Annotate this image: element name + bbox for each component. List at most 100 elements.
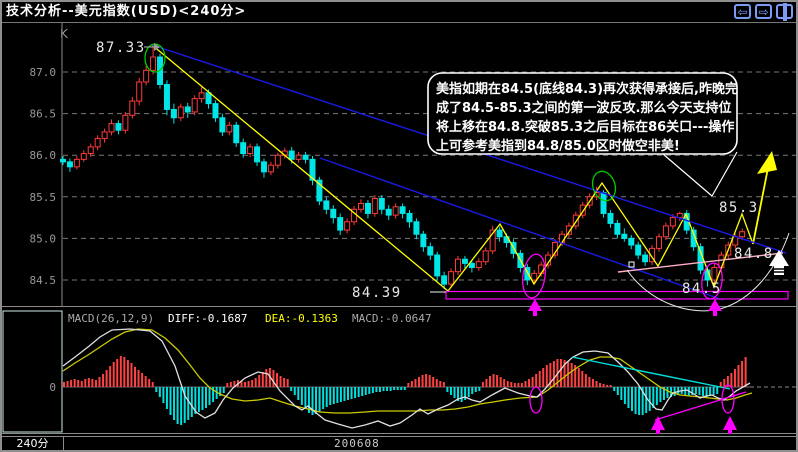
candle: [496, 229, 503, 238]
forward-arrow-button[interactable]: ⇨: [755, 4, 772, 19]
candle: [635, 244, 642, 256]
candle: [184, 106, 191, 113]
buy-arrow-1: [528, 299, 542, 311]
candle: [475, 261, 482, 269]
support-new-label: 84.8: [734, 246, 774, 262]
candle: [642, 254, 649, 263]
callout-text-line-3: 将上移在84.8.突破85.3之后目标在86关口---操作: [436, 119, 734, 135]
candle: [323, 200, 330, 210]
candle: [344, 221, 351, 231]
y-axis-label: 87.0: [30, 66, 57, 79]
candle: [531, 272, 538, 281]
candle: [455, 258, 462, 273]
callout-pointer-left: [662, 153, 713, 197]
candle: [260, 161, 267, 173]
candle: [274, 154, 281, 166]
candle: [295, 154, 302, 160]
candle: [655, 236, 662, 249]
callout-text-line-2: 成了84.5-85.3之间的第一波反攻.那么今天支持位: [436, 100, 731, 116]
candle: [267, 164, 274, 173]
buy-arrow-2-stem: [713, 311, 717, 316]
macd-header-value: DIFF:-0.1687: [168, 312, 247, 325]
arc-handle-square: [628, 261, 635, 268]
candle: [163, 83, 170, 110]
candle: [122, 114, 129, 131]
back-arrow-button[interactable]: ⇦: [734, 4, 751, 19]
candle: [607, 212, 614, 224]
candle: [538, 264, 545, 274]
support-band-magenta: [445, 290, 789, 300]
resistance-label: 85.3: [719, 200, 759, 216]
candle: [420, 233, 427, 248]
macd-side-panel: [2, 310, 63, 433]
candle: [66, 161, 73, 168]
candle: [434, 254, 441, 277]
candle: [94, 138, 101, 148]
period-selector[interactable]: 240分: [2, 437, 64, 451]
y-axis-label: 86.0: [30, 149, 57, 162]
status-bar: 240分 200608: [2, 436, 796, 451]
candle: [621, 233, 628, 239]
candle: [662, 225, 669, 238]
window-title: 技术分析--美元指数(USD)<240分>: [6, 4, 247, 19]
candle: [191, 98, 198, 113]
k-chart-label: K: [60, 27, 69, 41]
candle: [150, 56, 157, 71]
macd-header-value: DEA:-0.1363: [265, 312, 338, 325]
y-axis-label: 84.5: [30, 274, 57, 287]
candle: [330, 208, 337, 219]
candle: [115, 123, 122, 131]
candle: [427, 246, 434, 256]
macd-header-value: MACD(26,12,9): [68, 312, 154, 325]
macd-header-value: MACD:-0.0647: [352, 312, 431, 325]
downtrend-line-yellow: [151, 44, 449, 292]
candle: [288, 150, 295, 160]
callout-text-line-1: 美指如期在84.5(底线84.3)再次获得承接后,昨晚完: [436, 81, 738, 97]
candle: [219, 117, 226, 133]
candle: [87, 146, 94, 155]
maximize-button[interactable]: [776, 3, 793, 21]
candle: [247, 146, 254, 155]
candle: [60, 158, 66, 163]
candle: [406, 212, 413, 223]
macd-zero-label: 0: [49, 381, 56, 394]
candle: [371, 197, 378, 214]
macd-layer: MACD(26,12,9) DIFF:-0.1687 DEA:-0.1363 MACD…: [62, 312, 753, 429]
main-chart-canvas[interactable]: 87.0 86.5 86.0 85.5 85.0 84.5 K 0 MACD(26,12,9) D…: [0, 23, 798, 436]
candle: [614, 222, 621, 235]
candle: [337, 217, 344, 231]
candle: [628, 237, 635, 246]
candle: [461, 258, 468, 264]
candle: [136, 81, 143, 102]
buy-arrow-2: [708, 299, 722, 311]
candle: [399, 206, 406, 214]
peak-price-label: 87.33: [96, 40, 146, 56]
candle: [385, 208, 392, 216]
candle: [482, 250, 489, 263]
candle: [413, 221, 420, 235]
candle: [240, 142, 247, 155]
callout-pointer-right: [711, 151, 738, 197]
title-bar: 技术分析--美元指数(USD)<240分> ⇦ ⇨: [2, 2, 796, 23]
candle: [392, 206, 399, 216]
macd-buy-arrow-2: [723, 416, 737, 430]
candle: [448, 271, 455, 285]
maximize-icon: [782, 3, 787, 21]
window-buttons: ⇦ ⇨: [734, 3, 793, 21]
macd-trendline-magenta: [654, 391, 747, 421]
candle: [711, 267, 718, 281]
candle: [669, 217, 676, 227]
channel-line-lower-blue: [319, 157, 724, 301]
callout-text-line-4: 上可参考美指到84.8/85.0区时做空非美!: [436, 138, 680, 154]
y-axis-label: 85.0: [30, 232, 57, 245]
macd-buy-arrow-1-stem: [656, 430, 660, 434]
candle: [378, 197, 385, 210]
candle: [739, 231, 746, 238]
candle: [600, 192, 607, 214]
candle: [357, 202, 364, 210]
candle: [143, 69, 150, 83]
candle: [129, 100, 136, 116]
technical-analysis-window: 技术分析--美元指数(USD)<240分> ⇦ ⇨ 87.0 86.5 86.0 85…: [0, 0, 798, 452]
buy-arrow-1-stem: [533, 311, 537, 316]
candle: [226, 124, 233, 133]
